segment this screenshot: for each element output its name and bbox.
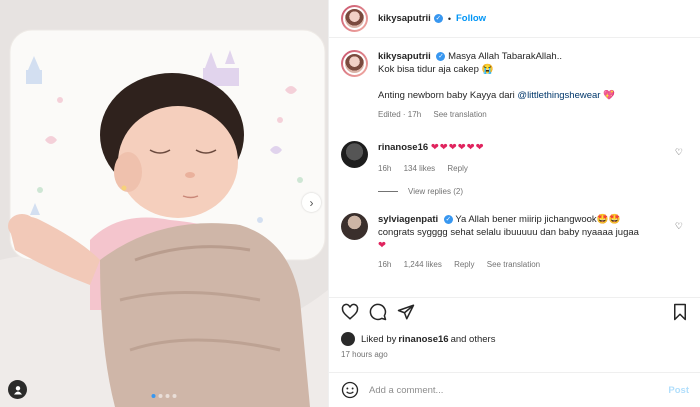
verified-icon: ✓ [433, 14, 443, 23]
tag-person-icon [13, 385, 22, 394]
liked-by-others[interactable]: and others [451, 334, 496, 345]
action-bar [329, 297, 700, 325]
heart-icon[interactable] [341, 303, 359, 321]
liked-by-user[interactable]: rinanose16 [398, 334, 448, 345]
like-comment-heart-icon[interactable]: ♡ [675, 221, 683, 232]
carousel-dot [151, 394, 156, 398]
post-comment-button[interactable]: Post [668, 385, 689, 396]
comment-username[interactable]: rinanose16 [378, 142, 428, 153]
caption-line-2: Kok bisa tidur aja cakep 😭 [378, 64, 494, 75]
carousel-dot [165, 394, 170, 398]
comment-text-line-3: ❤ [378, 240, 387, 251]
edited-time: Edited · 17h [378, 110, 422, 119]
caption-line-3: Anting newborn baby Kayya dari [378, 90, 518, 101]
tagged-people-button[interactable] [8, 380, 27, 399]
carousel-dot [172, 394, 177, 398]
reply-button[interactable]: Reply [447, 164, 467, 173]
see-translation-link[interactable]: See translation [433, 110, 486, 119]
comment-icon[interactable] [369, 303, 387, 321]
post-username[interactable]: kikysaputrii [378, 13, 431, 24]
like-comment-heart-icon[interactable]: ♡ [675, 147, 683, 158]
see-translation-link[interactable]: See translation [487, 260, 540, 269]
verified-icon: ✓ [436, 51, 446, 61]
avatar[interactable] [341, 213, 368, 240]
caption-username[interactable]: kikysaputrii [378, 51, 431, 62]
carousel-dot [158, 394, 163, 398]
share-icon[interactable] [397, 303, 415, 321]
chevron-right-icon: › [309, 195, 314, 210]
comment-input[interactable] [369, 384, 639, 396]
comment-time: 16h [378, 260, 392, 269]
view-replies-button[interactable]: View replies (2) [378, 187, 463, 196]
post-time: 17 hours ago [341, 350, 388, 359]
caption-line-1: Masya Allah TabarakAllah.. [448, 51, 562, 62]
avatar[interactable] [341, 141, 368, 168]
comment-likes[interactable]: 1,244 likes [404, 260, 442, 269]
comment-text-line-2: congrats sygggg sehat selalu ibuuuuu dan… [378, 227, 639, 238]
liked-by: Liked by rinanose16 and others [341, 332, 495, 346]
add-comment-bar: Post [329, 372, 700, 407]
post-header: kikysaputrii ✓ • Follow [329, 0, 700, 38]
avatar[interactable] [341, 5, 368, 32]
avatar[interactable] [341, 332, 355, 346]
mention-link[interactable]: @littlethingshewear [517, 90, 600, 101]
comment: rinanose16 ❤❤❤❤❤❤ 16h 134 likes Reply ♡ [341, 141, 691, 175]
caption: kikysaputrii ✓ Masya Allah TabarakAllah.… [341, 50, 691, 121]
smiley-icon[interactable] [341, 381, 359, 399]
comment-text: ❤❤❤❤❤❤ [430, 142, 485, 153]
comment-text-line-1: Ya Allah bener miirip jichangwook🤩🤩 [455, 214, 621, 225]
comment-likes[interactable]: 134 likes [404, 164, 436, 173]
reply-button[interactable]: Reply [454, 260, 474, 269]
liked-by-prefix: Liked by [361, 333, 397, 345]
caption-emoji: 💖 [600, 90, 615, 101]
baby-photo [0, 0, 328, 407]
bookmark-icon[interactable] [671, 303, 689, 321]
post-media[interactable]: › [0, 0, 328, 407]
comment-username[interactable]: sylviagenpati [378, 214, 438, 225]
comment-time: 16h [378, 164, 392, 173]
separator-dot: • [447, 13, 451, 24]
avatar[interactable] [341, 50, 368, 77]
follow-button[interactable]: Follow [456, 13, 486, 24]
post-side-panel: kikysaputrii ✓ • Follow kikysaputrii ✓ M… [328, 0, 700, 407]
carousel-indicator [151, 394, 177, 398]
next-slide-button[interactable]: › [302, 193, 321, 212]
verified-icon: ✓ [443, 214, 453, 224]
comment: sylviagenpati ✓ Ya Allah bener miirip ji… [341, 213, 691, 271]
